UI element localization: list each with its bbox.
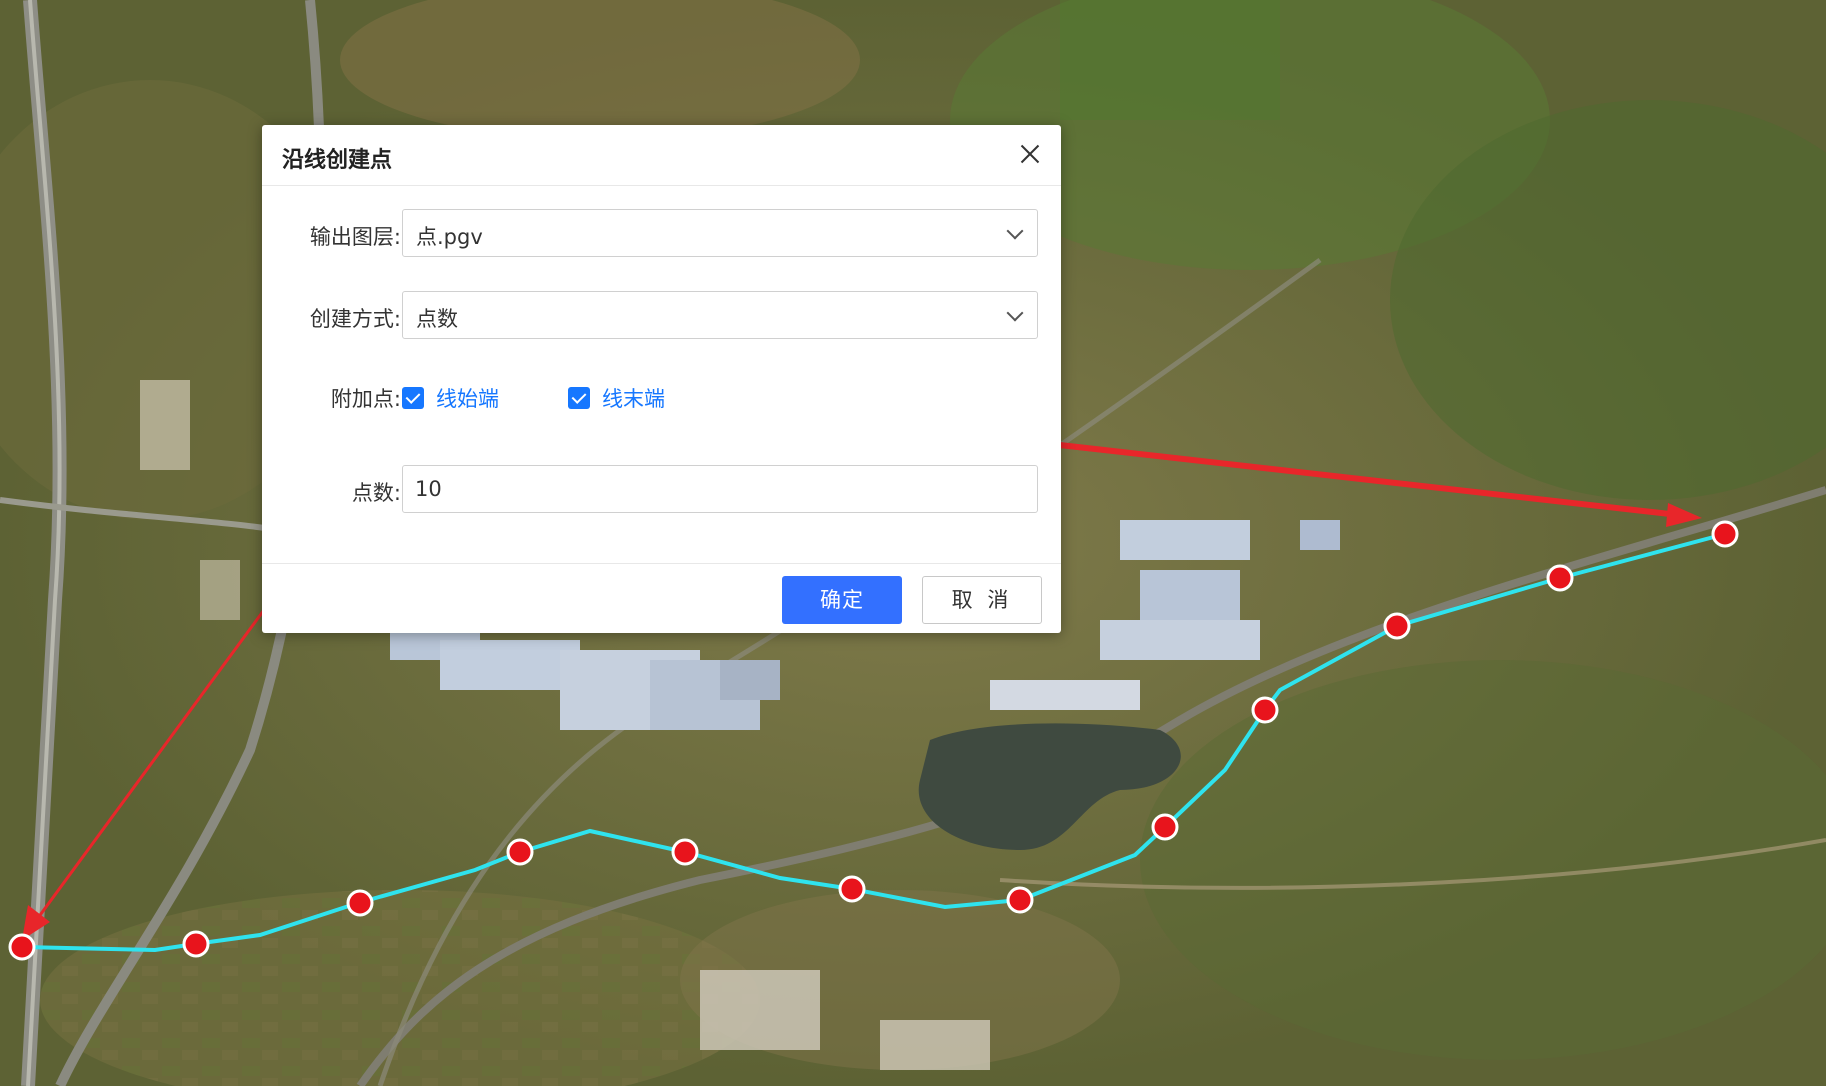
route-point: [1546, 564, 1574, 592]
ok-button[interactable]: 确定: [782, 576, 902, 624]
output-layer-select[interactable]: 点.pgv: [402, 209, 1038, 257]
output-layer-value: 点.pgv: [416, 225, 483, 249]
create-method-label: 创建方式:: [309, 307, 401, 331]
checkbox-checked-icon[interactable]: [402, 387, 424, 409]
route-point: [1151, 813, 1179, 841]
cancel-button[interactable]: 取 消: [922, 576, 1042, 624]
output-layer-label: 输出图层:: [309, 225, 401, 249]
create-method-value: 点数: [416, 307, 458, 331]
create-points-along-line-dialog: 沿线创建点 输出图层: 点.pgv 创建方式: 点数 附加点: 线始端 线末端 …: [262, 125, 1061, 633]
route-point: [506, 838, 534, 866]
route-point-start: [8, 933, 36, 961]
route-point-end: [1711, 520, 1739, 548]
extra-points-row: 附加点: 线始端 线末端: [262, 371, 1061, 421]
create-method-row: 创建方式: 点数: [262, 291, 1061, 341]
route-point: [1383, 612, 1411, 640]
route-point: [838, 875, 866, 903]
dialog-title: 沿线创建点: [282, 148, 393, 173]
route-point: [1251, 696, 1279, 724]
line-end-label[interactable]: 线末端: [602, 383, 665, 413]
chevron-down-icon: [1006, 222, 1024, 240]
route-point: [346, 889, 374, 917]
output-layer-row: 输出图层: 点.pgv: [262, 209, 1061, 259]
point-count-row: 点数:: [262, 465, 1061, 515]
extra-points-label: 附加点:: [330, 387, 401, 411]
close-icon[interactable]: [1013, 137, 1047, 171]
route-point: [1006, 886, 1034, 914]
route-point: [182, 930, 210, 958]
create-method-select[interactable]: 点数: [402, 291, 1038, 339]
line-start-label[interactable]: 线始端: [436, 383, 499, 413]
chevron-down-icon: [1006, 304, 1024, 322]
line-start-checkbox[interactable]: 线始端: [402, 383, 499, 413]
dialog-footer: 确定 取 消: [262, 563, 1061, 634]
dialog-header: 沿线创建点: [262, 125, 1061, 186]
route-point: [671, 838, 699, 866]
point-count-input[interactable]: [402, 465, 1038, 513]
checkbox-checked-icon[interactable]: [568, 387, 590, 409]
point-count-label: 点数:: [351, 481, 401, 505]
line-end-checkbox[interactable]: 线末端: [568, 383, 665, 413]
